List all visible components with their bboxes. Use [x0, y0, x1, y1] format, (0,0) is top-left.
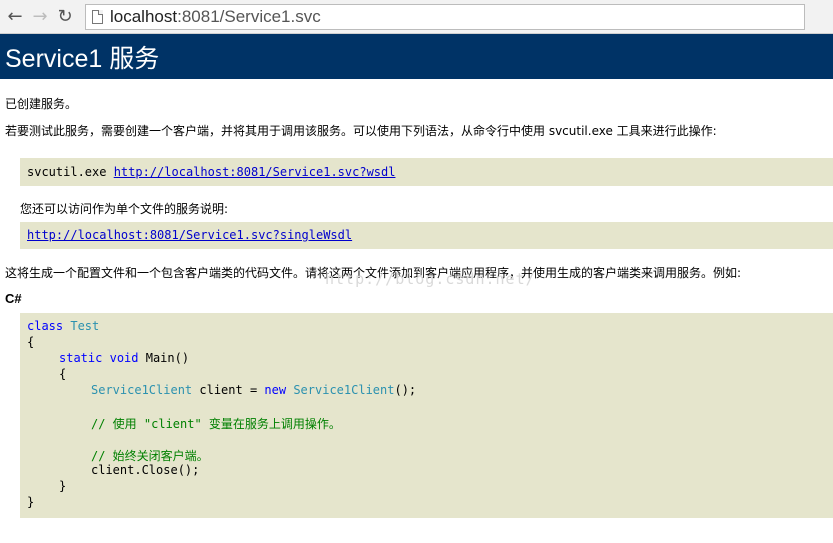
reload-icon[interactable]: ↻ [54, 6, 76, 28]
page-heading: Service1 服务 [0, 34, 833, 79]
code-line: class Test [27, 319, 100, 333]
code-line: { [27, 335, 35, 349]
code-line: static void Main() [59, 351, 190, 365]
code-line: client.Close(); [91, 463, 200, 477]
code-line: { [59, 367, 67, 381]
address-url: localhost:8081/Service1.svc [110, 6, 321, 26]
code-line: } [59, 479, 67, 493]
instructions-text: 若要测试此服务，需要创建一个客户端，并将其用于调用该服务。可以使用下列语法，从命… [5, 124, 717, 138]
language-label: C# [5, 291, 22, 306]
browser-toolbar: ← → ↻ localhost:8081/Service1.svc [0, 0, 833, 34]
created-text: 已创建服务。 [5, 97, 78, 111]
wsdl-link[interactable]: http://localhost:8081/Service1.svc?wsdl [114, 165, 396, 179]
svcutil-command: svcutil.exe [27, 165, 114, 179]
single-file-text: 您还可以访问作为单个文件的服务说明: [20, 202, 229, 216]
code-line: } [27, 495, 35, 509]
code-comment: // 始终关闭客户端。 [91, 449, 209, 463]
address-bar[interactable]: localhost:8081/Service1.svc [85, 3, 805, 30]
code-comment: // 使用 "client" 变量在服务上调用操作。 [91, 417, 341, 431]
code-sample-box: class Test { static void Main() { Servic… [20, 313, 833, 518]
page-icon [92, 9, 103, 24]
code-line: Service1Client client = new Service1Clie… [91, 383, 417, 397]
watermark: http://blog.csdn.net/ [325, 270, 536, 288]
forward-arrow-icon[interactable]: → [29, 6, 51, 28]
single-wsdl-box: http://localhost:8081/Service1.svc?singl… [20, 222, 833, 249]
single-wsdl-link[interactable]: http://localhost:8081/Service1.svc?singl… [27, 228, 352, 242]
page-title: Service1 服务 [5, 44, 160, 73]
svcutil-command-box: svcutil.exe http://localhost:8081/Servic… [20, 158, 833, 186]
back-arrow-icon[interactable]: ← [4, 6, 26, 28]
